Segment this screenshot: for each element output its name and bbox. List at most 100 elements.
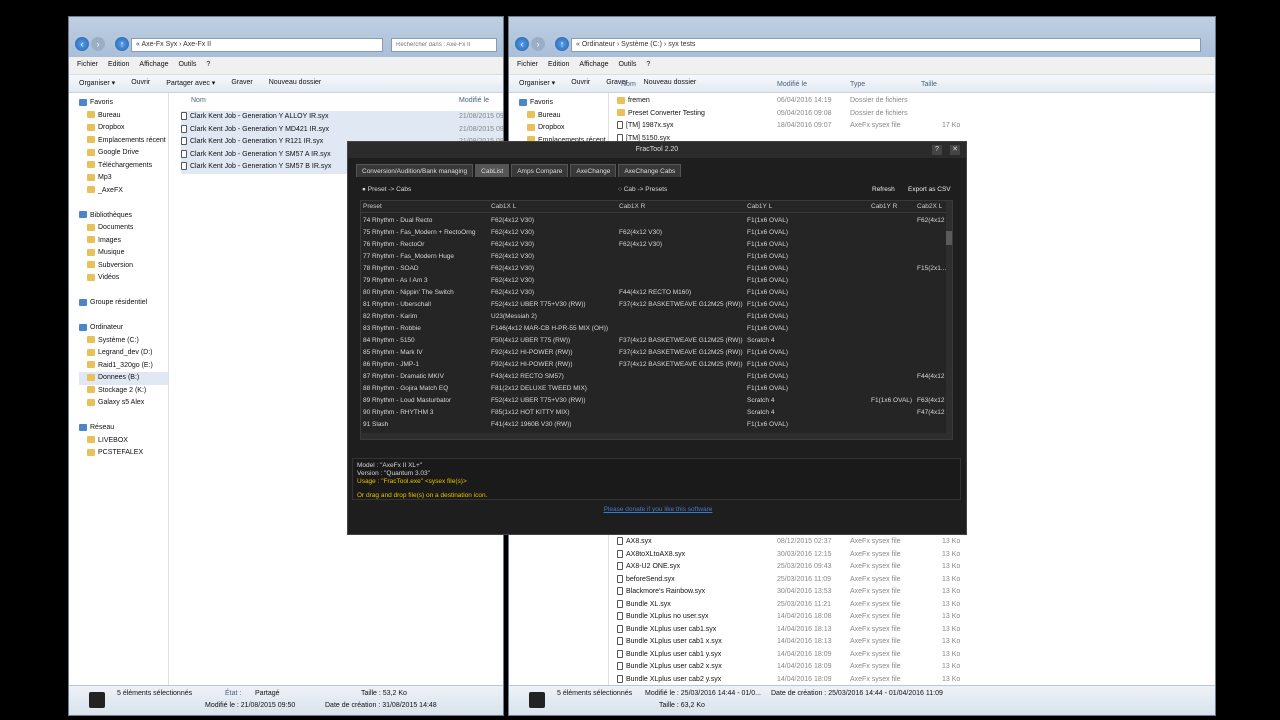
nav-item[interactable]: Emplacements récent [79,135,168,148]
menu-item[interactable]: Edition [548,61,569,70]
nav-item[interactable]: Groupe résidentiel [79,297,168,310]
grid-row[interactable]: 87 Rhythm - Dramatic MKIV F43(4x12 RECTO … [361,371,952,383]
menu-item[interactable]: Edition [108,61,129,70]
menu-item[interactable]: Affichage [139,61,168,70]
menu-item[interactable]: Outils [178,61,196,70]
file-row[interactable]: Bundle XLplus no user.syx 14/04/2016 18:0… [617,611,977,624]
file-row[interactable]: Bundle XL.syx 25/03/2016 11:21 AxeFx sysex… [617,599,977,612]
menu-item[interactable]: Affichage [579,61,608,70]
help-button[interactable]: ? [932,145,942,155]
radio-cab-to-presets[interactable]: ○ Cab -> Presets [618,186,667,193]
left-search-input[interactable] [391,38,497,52]
close-icon[interactable]: ✕ [950,145,960,155]
nav-item[interactable]: PCSTEFALEX [79,447,168,460]
forward-button[interactable]: › [91,37,105,51]
right-address-bar[interactable]: « Ordinateur › Système (C:) › syx tests [571,38,1201,52]
column-header[interactable]: Cab2X L [917,201,942,213]
vertical-scrollbar[interactable] [946,201,952,439]
menu-item[interactable]: ? [646,61,650,70]
tab-axechange-cabs[interactable]: AxeChange Cabs [618,164,682,177]
grid-row[interactable]: 88 Rhythm - Gojira Match EQ F81(2x12 DELU… [361,383,952,395]
file-row[interactable]: AX8.syx 08/12/2015 02:37 AxeFx sysex file 1… [617,536,977,549]
up-button[interactable]: ↑ [115,37,129,51]
file-row[interactable]: beforeSend.syx 25/03/2016 11:09 AxeFx syse… [617,574,977,587]
grid-row[interactable]: 78 Rhythm - SOAD F62(4x12 V30) F1(1x6 OVAL… [361,263,952,275]
nav-item[interactable]: Donnees (B:) [79,372,168,385]
nav-item[interactable]: Musique [79,247,168,260]
file-row[interactable]: [TM] 1987x.syx 18/04/2016 09:07 AxeFx syse… [617,120,977,133]
radio-preset-to-cabs[interactable]: ● Preset -> Cabs [362,186,411,193]
file-row[interactable]: Bundle XLplus user cab1.syx 14/04/2016 18… [617,624,977,637]
tab-conversion-audition-bank-managing[interactable]: Conversion/Audition/Bank managing [356,164,474,177]
export-csv-button[interactable]: Export as CSV [908,186,951,193]
file-row[interactable]: Preset Converter Testing 05/04/2016 09:08… [617,108,977,121]
tab-cablist[interactable]: CabList [475,164,510,177]
grid-row[interactable]: 79 Rhythm - As I Am 3 F62(4x12 V30) F1(1x6… [361,275,952,287]
forward-button[interactable]: › [531,37,545,51]
grid-row[interactable]: 74 Rhythm - Dual Recto F62(4x12 V30) F1(1x… [361,215,952,227]
nav-item[interactable]: Ordinateur [79,322,168,335]
nav-item[interactable]: Téléchargements [79,160,168,173]
refresh-button[interactable]: Refresh [872,186,895,193]
file-row[interactable]: AX8-U2 ONE.syx 25/03/2016 09:43 AxeFx syse… [617,561,977,574]
grid-row[interactable]: 85 Rhythm - Mark IV F92(4x12 HI-POWER (RW… [361,347,952,359]
tab-axechange[interactable]: AxeChange [570,164,617,177]
grid-row[interactable]: 80 Rhythm - Nippin' The Switch F62(4x12 V… [361,287,952,299]
tab-amps-compare[interactable]: Amps Compare [511,164,569,177]
nav-item[interactable]: LIVEBOX [79,435,168,448]
nav-item[interactable]: Vidéos [79,272,168,285]
nav-item[interactable]: Dropbox [79,122,168,135]
grid-row[interactable]: 81 Rhythm - Uberschall F52(4x12 UBER T75+… [361,299,952,311]
grid-row[interactable]: 76 Rhythm - RectoOr F62(4x12 V30) F62(4x12… [361,239,952,251]
nav-item[interactable]: Legrand_dev (D:) [79,347,168,360]
file-row[interactable]: fremen 06/04/2016 14:19 Dossier de fichier… [617,95,977,108]
file-row[interactable]: AX8toXLtoAX8.syx 30/03/2016 12:15 AxeFx sy… [617,549,977,562]
nav-item[interactable]: Bureau [79,110,168,123]
toolbar-button[interactable]: Ouvrir [131,79,150,88]
nav-item[interactable]: Favoris [79,97,168,110]
col-modified-header[interactable]: Modifié le [459,97,489,104]
back-button[interactable]: ‹ [515,37,529,51]
donate-link[interactable]: Please donate if you like this software [348,506,968,513]
col-name-header[interactable]: Nom [191,97,206,104]
toolbar-button[interactable]: Nouveau dossier [269,79,322,88]
file-row[interactable]: Bundle XLplus user cab2 x.syx 14/04/2016 … [617,661,977,674]
nav-item[interactable]: Documents [79,222,168,235]
file-row[interactable]: Blackmore's Rainbow.syx 30/04/2016 13:53 A… [617,586,977,599]
nav-item[interactable]: Réseau [79,422,168,435]
nav-item[interactable]: Google Drive [79,147,168,160]
menu-item[interactable]: Fichier [77,61,98,70]
grid-row[interactable]: 89 Rhythm - Loud Masturbator F52(4x12 UBE… [361,395,952,407]
file-row[interactable]: Bundle XLplus user cab1 y.syx 14/04/2016 … [617,649,977,662]
col-type-header[interactable]: Type [850,81,865,88]
up-button[interactable]: ↑ [555,37,569,51]
toolbar-button[interactable]: Graver [231,79,252,88]
column-header[interactable]: Cab1Y L [747,201,772,213]
menu-item[interactable]: Fichier [517,61,538,70]
col-name-header[interactable]: Nom [621,81,636,88]
toolbar-button[interactable]: Organiser ▾ [519,79,555,88]
nav-item[interactable]: Système (C:) [79,335,168,348]
back-button[interactable]: ‹ [75,37,89,51]
col-size-header[interactable]: Taille [921,81,937,88]
toolbar-button[interactable]: Ouvrir [571,79,590,88]
grid-row[interactable]: 84 Rhythm - 5150 F50(4x12 UBER T75 (RW)) F… [361,335,952,347]
column-header[interactable]: Preset [363,201,382,213]
nav-item[interactable]: Stockage 2 (K:) [79,385,168,398]
nav-item[interactable]: Images [79,235,168,248]
menu-item[interactable]: ? [206,61,210,70]
nav-item[interactable]: Favoris [519,97,608,110]
grid-row[interactable]: 90 Rhythm - RHYTHM 3 F85(1x12 HOT KITTY M… [361,407,952,419]
file-row[interactable]: Clark Kent Job - Generation Y ALLOY IR.s… [181,111,503,124]
col-modified-header[interactable]: Modifié le [777,81,807,88]
nav-item[interactable]: Galaxy s5 Alex [79,397,168,410]
grid-row[interactable]: 86 Rhythm - JMP-1 F92(4x12 HI-POWER (RW))… [361,359,952,371]
nav-item[interactable]: Raid1_320go (E:) [79,360,168,373]
file-row[interactable]: Bundle XLplus user cab1 x.syx 14/04/2016 … [617,636,977,649]
left-address-bar[interactable]: « Axe-Fx Syx › Axe-Fx II [131,38,383,52]
nav-item[interactable]: _AxeFX [79,185,168,198]
file-row[interactable]: Clark Kent Job - Generation Y MD421 IR.s… [181,123,503,136]
column-header[interactable]: Cab1X L [491,201,516,213]
horizontal-scrollbar[interactable] [361,433,948,439]
grid-row[interactable]: 77 Rhythm - Fas_Modern Huge F62(4x12 V30)… [361,251,952,263]
